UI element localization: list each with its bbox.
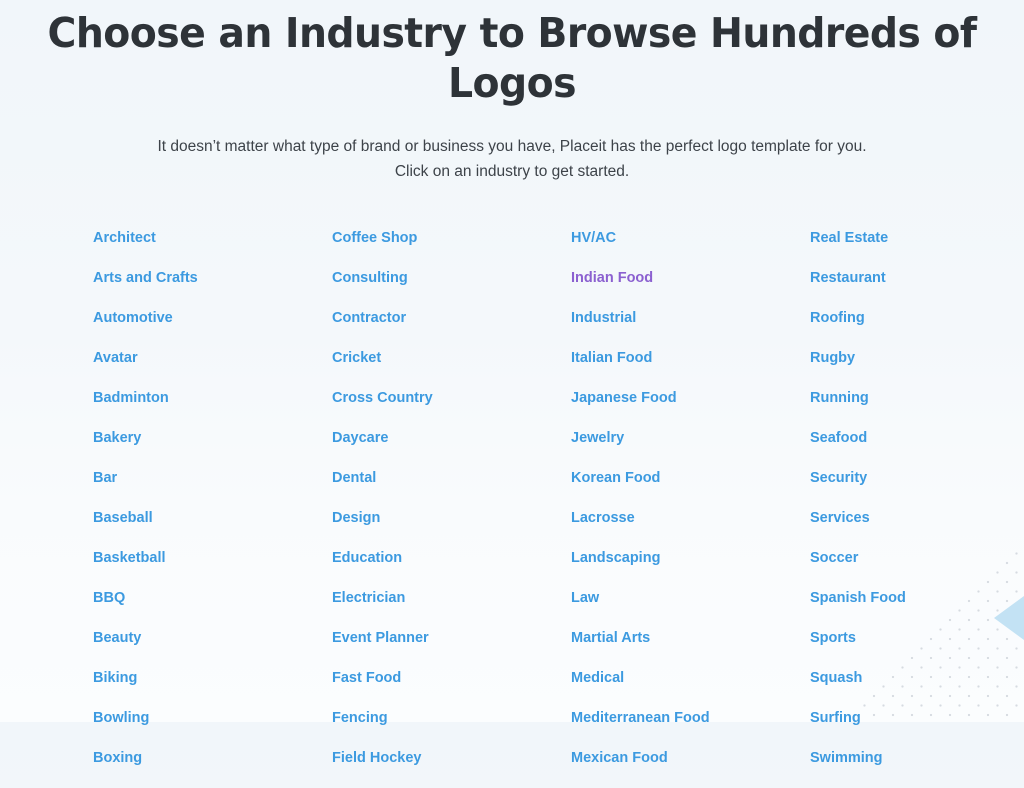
page-subtitle-line-1: It doesn’t matter what type of brand or … [157,138,867,155]
industry-link[interactable]: Boxing [93,748,332,788]
industry-link[interactable]: Law [571,588,810,628]
page-title: Choose an Industry to Browse Hundreds of… [47,9,977,107]
industry-link[interactable]: Landscaping [571,548,810,588]
industry-link[interactable]: Mexican Food [571,748,810,788]
industry-link[interactable]: Bar [93,468,332,508]
industry-link[interactable]: Spanish Food [810,588,1024,628]
industry-link[interactable]: Mediterranean Food [571,708,810,748]
industry-link[interactable]: Badminton [93,388,332,428]
industry-link[interactable]: Seafood [810,428,1024,468]
industry-column-1: Architect Arts and Crafts Automotive Avatar… [93,228,332,788]
industry-link[interactable]: Roofing [810,308,1024,348]
industry-link[interactable]: Martial Arts [571,628,810,668]
industry-link[interactable]: BBQ [93,588,332,628]
industry-link[interactable]: Event Planner [332,628,571,668]
industry-link[interactable]: Beauty [93,628,332,668]
industry-link[interactable]: Bowling [93,708,332,748]
industry-link[interactable]: Real Estate [810,228,1024,268]
industry-link[interactable]: Baseball [93,508,332,548]
industry-link[interactable]: Fast Food [332,668,571,708]
industry-link[interactable]: Rugby [810,348,1024,388]
industry-link[interactable]: Design [332,508,571,548]
industry-link[interactable]: Surfing [810,708,1024,748]
industry-link[interactable]: Security [810,468,1024,508]
industry-link[interactable]: Dental [332,468,571,508]
industry-link[interactable]: Basketball [93,548,332,588]
industry-link[interactable]: Cross Country [332,388,571,428]
industry-link[interactable]: Korean Food [571,468,810,508]
industry-link[interactable]: Cricket [332,348,571,388]
industry-link[interactable]: Electrician [332,588,571,628]
industry-column-2: Coffee Shop Consulting Contractor Cricket Cr… [332,228,571,788]
page-subtitle: It doesn’t matter what type of brand or … [0,134,1024,184]
industry-link[interactable]: Medical [571,668,810,708]
industry-link[interactable]: Architect [93,228,332,268]
page-header: Choose an Industry to Browse Hundreds of… [0,0,1024,184]
industry-link[interactable]: Education [332,548,571,588]
industry-link[interactable]: Field Hockey [332,748,571,788]
page-subtitle-line-2: Click on an industry to get started. [394,163,630,180]
industry-column-3: HV/AC Indian Food Industrial Italian Food Ja… [571,228,810,788]
industry-link[interactable]: Jewelry [571,428,810,468]
industry-link[interactable]: Restaurant [810,268,1024,308]
industry-link[interactable]: Arts and Crafts [93,268,332,308]
industry-column-4: Real Estate Restaurant Roofing Rugby Running… [810,228,1024,788]
industry-link[interactable]: Indian Food [571,268,810,308]
industry-link[interactable]: Squash [810,668,1024,708]
industry-link[interactable]: Swimming [810,748,1024,788]
industry-link[interactable]: Coffee Shop [332,228,571,268]
industry-link[interactable]: Automotive [93,308,332,348]
industry-list-grid: Architect Arts and Crafts Automotive Avatar… [0,228,1024,788]
industry-link[interactable]: Sports [810,628,1024,668]
industry-link[interactable]: Consulting [332,268,571,308]
industry-link[interactable]: Daycare [332,428,571,468]
industry-link[interactable]: Avatar [93,348,332,388]
industry-link[interactable]: Biking [93,668,332,708]
industry-link[interactable]: Bakery [93,428,332,468]
industry-link[interactable]: Contractor [332,308,571,348]
industry-link[interactable]: Japanese Food [571,388,810,428]
industry-link[interactable]: Fencing [332,708,571,748]
industry-link[interactable]: Soccer [810,548,1024,588]
industry-link[interactable]: Italian Food [571,348,810,388]
industry-link[interactable]: Lacrosse [571,508,810,548]
industry-link[interactable]: Running [810,388,1024,428]
industry-link[interactable]: Industrial [571,308,810,348]
industry-link[interactable]: Services [810,508,1024,548]
industry-link[interactable]: HV/AC [571,228,810,268]
